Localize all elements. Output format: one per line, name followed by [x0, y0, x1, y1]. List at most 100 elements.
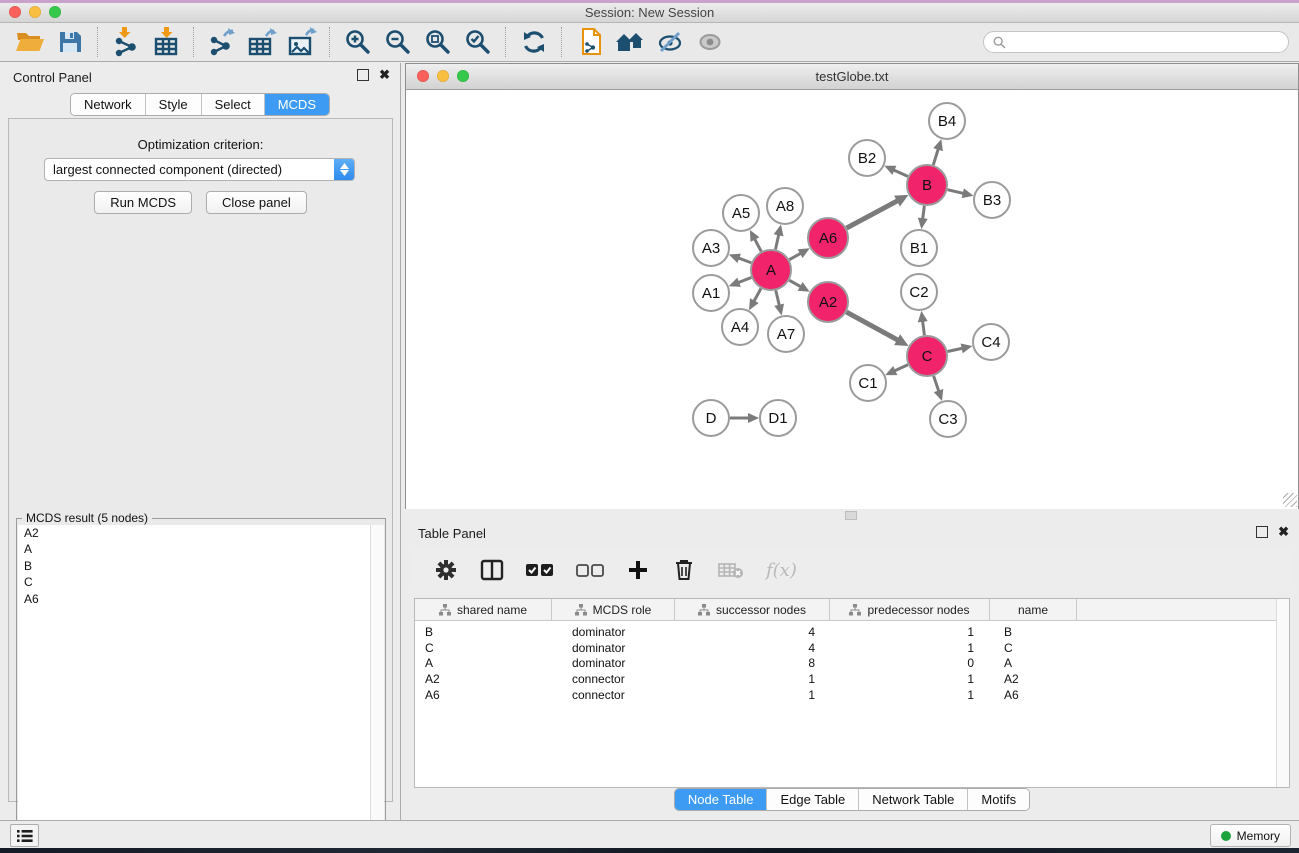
- edge-C-C2[interactable]: [918, 311, 928, 335]
- function-builder-icon[interactable]: f(x): [766, 555, 797, 585]
- float-table-panel-icon[interactable]: [1256, 526, 1268, 538]
- graph-node-A8[interactable]: A8: [767, 188, 803, 224]
- graph-node-B2[interactable]: B2: [849, 140, 885, 176]
- column-header-predecessor-nodes[interactable]: predecessor nodes: [830, 599, 990, 620]
- edge-B-B2[interactable]: [884, 166, 908, 177]
- zoom-fit-icon[interactable]: [418, 25, 458, 59]
- close-panel-button[interactable]: Close panel: [206, 191, 307, 214]
- window-resize-grip[interactable]: [1283, 493, 1297, 507]
- network-from-clipboard-icon[interactable]: [570, 25, 610, 59]
- graph-node-A1[interactable]: A1: [693, 275, 729, 311]
- mcds-result-item[interactable]: B: [18, 558, 384, 574]
- graph-node-C1[interactable]: C1: [850, 365, 886, 401]
- table-row[interactable]: Cdominator41C: [415, 641, 1289, 657]
- zoom-selected-icon[interactable]: [458, 25, 498, 59]
- mcds-result-item[interactable]: A6: [18, 591, 384, 607]
- graph-node-A5[interactable]: A5: [723, 195, 759, 231]
- table-row[interactable]: Bdominator41B: [415, 625, 1289, 641]
- mcds-result-item[interactable]: A: [18, 541, 384, 557]
- edge-A-A5[interactable]: [750, 230, 761, 252]
- minimize-window-button[interactable]: [29, 6, 41, 18]
- mcds-result-list[interactable]: A2ABCA6: [18, 525, 384, 853]
- edge-A-A1[interactable]: [729, 278, 752, 287]
- graph-node-A6[interactable]: A6: [808, 218, 848, 258]
- column-header-shared-name[interactable]: shared name: [415, 599, 552, 620]
- columns-icon[interactable]: [480, 555, 504, 585]
- edge-A-A2[interactable]: [789, 280, 809, 291]
- table-row[interactable]: A2connector11A2: [415, 672, 1289, 688]
- graph-node-B1[interactable]: B1: [901, 230, 937, 266]
- zoom-out-icon[interactable]: [378, 25, 418, 59]
- edge-A2-C[interactable]: [846, 312, 908, 346]
- zoom-in-icon[interactable]: [338, 25, 378, 59]
- export-table-icon[interactable]: [242, 25, 282, 59]
- add-column-icon[interactable]: [626, 555, 650, 585]
- graph-node-C2[interactable]: C2: [901, 274, 937, 310]
- close-panel-icon[interactable]: ✖: [379, 69, 390, 81]
- edge-C-C1[interactable]: [885, 365, 908, 375]
- graph-node-A3[interactable]: A3: [693, 230, 729, 266]
- edge-A-A4[interactable]: [749, 288, 761, 310]
- graph-node-B[interactable]: B: [907, 165, 947, 205]
- edge-B-B1[interactable]: [918, 206, 928, 229]
- edge-A-A8[interactable]: [774, 225, 784, 250]
- edge-A-A6[interactable]: [789, 248, 809, 259]
- network-canvas[interactable]: B4B2BB3A5A8A6A3B1AA1C2A2A4A7C4CC1C3DD1: [406, 90, 1298, 509]
- import-network-icon[interactable]: [106, 25, 146, 59]
- network-zoom-button[interactable]: [457, 70, 469, 82]
- tab-motifs[interactable]: Motifs: [968, 789, 1029, 810]
- graph-node-A[interactable]: A: [751, 250, 791, 290]
- home-icon[interactable]: [610, 25, 650, 59]
- network-minimize-button[interactable]: [437, 70, 449, 82]
- show-all-icon[interactable]: [690, 25, 730, 59]
- float-panel-icon[interactable]: [357, 69, 369, 81]
- edge-D-D1[interactable]: [730, 413, 759, 423]
- zoom-window-button[interactable]: [49, 6, 61, 18]
- graph-node-C[interactable]: C: [907, 336, 947, 376]
- close-table-panel-icon[interactable]: ✖: [1278, 526, 1289, 538]
- network-close-button[interactable]: [417, 70, 429, 82]
- tab-node-table[interactable]: Node Table: [675, 789, 768, 810]
- open-session-icon[interactable]: [10, 25, 50, 59]
- close-window-button[interactable]: [9, 6, 21, 18]
- select-all-icon[interactable]: [526, 555, 554, 585]
- network-window-titlebar[interactable]: testGlobe.txt: [406, 64, 1298, 90]
- graph-node-C3[interactable]: C3: [930, 401, 966, 437]
- edge-A-A3[interactable]: [729, 254, 751, 263]
- column-header-name[interactable]: name: [990, 599, 1077, 620]
- export-image-icon[interactable]: [282, 25, 322, 59]
- graph-node-B4[interactable]: B4: [929, 103, 965, 139]
- graph-node-D[interactable]: D: [693, 400, 729, 436]
- edge-A-A7[interactable]: [774, 290, 784, 315]
- table-row[interactable]: A6connector11A6: [415, 688, 1289, 704]
- tab-network-table[interactable]: Network Table: [859, 789, 968, 810]
- edge-B-B4[interactable]: [933, 139, 943, 165]
- search-field[interactable]: [983, 31, 1289, 53]
- destroy-table-icon[interactable]: [718, 555, 744, 585]
- graph-node-A7[interactable]: A7: [768, 316, 804, 352]
- save-session-icon[interactable]: [50, 25, 90, 59]
- graph-node-A2[interactable]: A2: [808, 282, 848, 322]
- table-scrollbar[interactable]: [1276, 599, 1289, 787]
- graph-node-C4[interactable]: C4: [973, 324, 1009, 360]
- tab-mcds[interactable]: MCDS: [265, 94, 329, 115]
- run-mcds-button[interactable]: Run MCDS: [94, 191, 192, 214]
- graph-node-A4[interactable]: A4: [722, 309, 758, 345]
- tab-select[interactable]: Select: [202, 94, 265, 115]
- table-row[interactable]: Adominator80A: [415, 656, 1289, 672]
- memory-button[interactable]: Memory: [1210, 824, 1291, 847]
- import-table-icon[interactable]: [146, 25, 186, 59]
- deselect-all-icon[interactable]: [576, 555, 604, 585]
- edge-B-B3[interactable]: [947, 188, 973, 198]
- task-history-button[interactable]: [10, 824, 39, 847]
- gear-icon[interactable]: [434, 555, 458, 585]
- column-header-mcds-role[interactable]: MCDS role: [552, 599, 675, 620]
- graph-node-D1[interactable]: D1: [760, 400, 796, 436]
- mcds-result-item[interactable]: A2: [18, 525, 384, 541]
- edge-A6-B[interactable]: [847, 195, 909, 228]
- tab-network[interactable]: Network: [71, 94, 146, 115]
- mcds-result-item[interactable]: C: [18, 574, 384, 590]
- apply-layout-icon[interactable]: [514, 25, 554, 59]
- export-network-icon[interactable]: [202, 25, 242, 59]
- tab-edge-table[interactable]: Edge Table: [767, 789, 859, 810]
